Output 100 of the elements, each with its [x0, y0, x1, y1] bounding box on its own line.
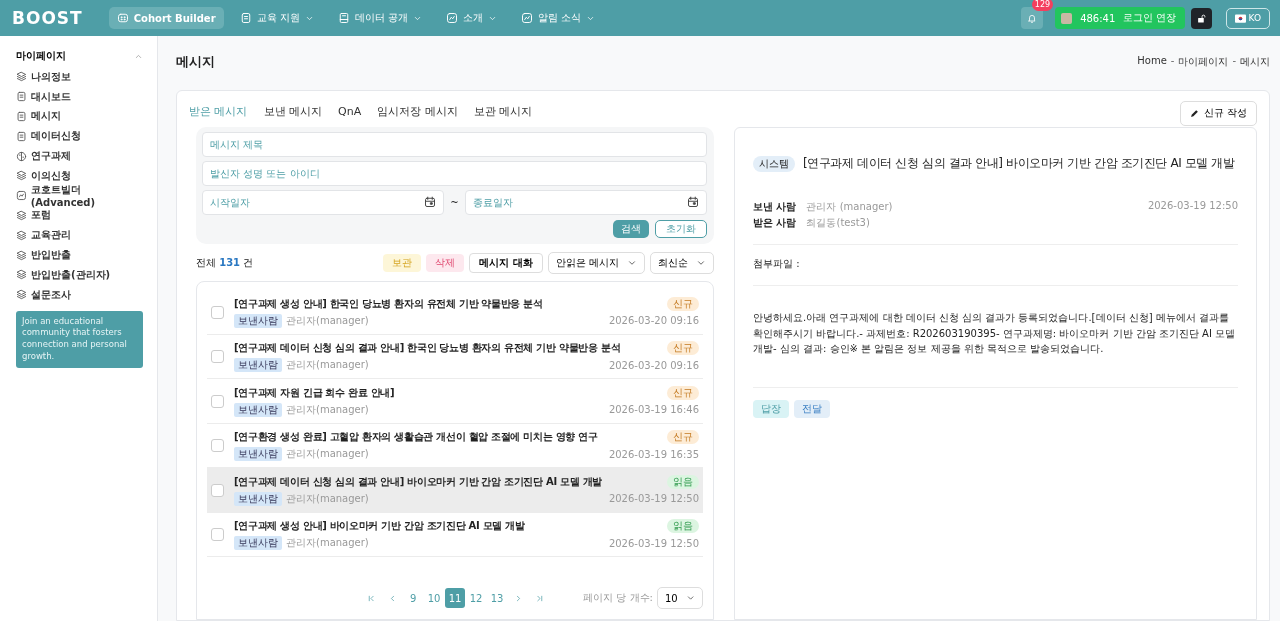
- tab[interactable]: 보낸 메시지: [263, 103, 322, 119]
- message-date: 2026-03-19 12:50: [608, 537, 699, 549]
- breadcrumb-separator: -: [1170, 55, 1175, 68]
- message-date: 2026-03-19 16:35: [608, 448, 699, 460]
- checkbox[interactable]: [211, 528, 224, 542]
- forward-button[interactable]: 전달: [794, 399, 830, 418]
- book-icon: [337, 12, 350, 24]
- compose-button[interactable]: 신규 작성: [1179, 100, 1257, 126]
- promo-banner: Join an educational community that fosters connection and personal growth.: [16, 310, 143, 369]
- message-title: [연구환경 생성 완료] 고혈압 환자의 생활습관 개선이 혈압 조절에 미치는 영향 연구: [234, 430, 598, 445]
- sidebar-item[interactable]: 연구과제: [16, 146, 143, 166]
- layers-icon: [16, 229, 27, 241]
- tab[interactable]: 보관 메시지: [473, 103, 533, 119]
- sender-tag: 보낸사람: [234, 536, 282, 551]
- message-date: 2026-03-19 16:46: [608, 404, 699, 416]
- bell-icon: [1027, 12, 1038, 24]
- sender-name: 관리자(manager): [286, 491, 369, 506]
- notification-count: 129: [1031, 0, 1054, 11]
- message-row[interactable]: [연구과제 자원 긴급 회수 완료 안내] 신규 보낸사람 관리자(manager) 2026-03-19 16:46: [207, 379, 703, 424]
- document-icon: [16, 111, 27, 122]
- sender-name: 관리자(manager): [286, 358, 369, 373]
- sender-tag: 보낸사람: [234, 402, 282, 417]
- breadcrumb-item[interactable]: 마이페이지: [1178, 55, 1229, 69]
- message-row[interactable]: [연구과제 생성 안내] 바이오마커 기반 간암 조기진단 AI 모델 개발 읽음 보낸사람 관리자(manager) 2026-03-19 12:50: [207, 512, 703, 557]
- sidebar-item[interactable]: 데이터신청: [16, 126, 143, 147]
- breadcrumb-separator: -: [1232, 55, 1236, 68]
- page-title: 메시지: [176, 53, 215, 71]
- document-icon: [16, 91, 27, 103]
- sender-name: 관리자 (manager): [806, 200, 894, 214]
- lock-button[interactable]: [1190, 7, 1212, 29]
- sender-tag: 보낸사람: [234, 358, 282, 373]
- tab[interactable]: QnA: [338, 103, 362, 119]
- breadcrumb-item: 메시지: [1240, 55, 1270, 69]
- status-badge: 읽음: [667, 519, 699, 534]
- checkbox[interactable]: [211, 305, 224, 319]
- delete-button[interactable]: 삭제: [426, 254, 465, 272]
- caret-icon: [627, 258, 637, 268]
- layers-icon: [16, 249, 27, 261]
- grid-icon: [116, 12, 129, 24]
- sort-dropdown[interactable]: 최신순: [650, 252, 714, 274]
- conversation-button[interactable]: 메시지 대화: [469, 253, 543, 273]
- sidebar-item[interactable]: 반입반출: [16, 245, 143, 265]
- end-date-field[interactable]: 종료일자: [464, 190, 707, 215]
- calendar-icon: [687, 196, 699, 208]
- unlocked-icon: [1196, 12, 1206, 24]
- layers-icon: [16, 269, 27, 281]
- message-title: [연구과제 생성 안내] 바이오마커 기반 간암 조기진단 AI 모델 개발: [234, 519, 525, 534]
- sender-name: 관리자(manager): [286, 447, 369, 462]
- sender-tag: 보낸사람: [234, 491, 282, 506]
- sender-tag: 보낸사람: [234, 313, 282, 328]
- status-badge: 신규: [667, 385, 699, 400]
- start-date-field[interactable]: 시작일자: [202, 190, 445, 215]
- sidebar-item[interactable]: 교육관리: [16, 225, 143, 246]
- status-badge: 신규: [667, 430, 699, 445]
- chart-icon: [16, 190, 27, 202]
- breadcrumb-item[interactable]: Home: [1137, 55, 1167, 69]
- sender-tag: 보낸사람: [234, 447, 282, 462]
- checkbox[interactable]: [211, 439, 224, 453]
- message-title: [연구과제 데이터 신청 심의 결과 안내] 한국인 당뇨병 환자의 유전체 기반 약물반응 분석: [234, 341, 621, 356]
- brain-icon: [16, 150, 27, 162]
- recipient-label: 받은 사람: [753, 216, 797, 230]
- read-filter-dropdown[interactable]: 안읽은 메시지: [547, 252, 645, 274]
- calendar-icon: [424, 196, 437, 208]
- message-row[interactable]: [연구과제 생성 안내] 한국인 당뇨병 환자의 유전체 기반 약물반응 분석 신규 보낸사람 관리자(manager) 2026-03-20 09:16: [207, 290, 703, 335]
- pencil-icon: [1189, 108, 1199, 118]
- message-date: 2026-03-19 12:50: [1147, 200, 1238, 213]
- sender-name: 관리자(manager): [286, 536, 369, 551]
- sidebar-item[interactable]: 코호트빌더(Advanced): [16, 185, 143, 206]
- sidebar-section-title[interactable]: 마이페이지: [16, 49, 66, 63]
- title-search-field[interactable]: 메시지 제목: [202, 132, 707, 157]
- sender-label: 보낸 사람: [753, 200, 797, 214]
- sidebar-item[interactable]: 나의정보: [16, 67, 143, 87]
- attachment-label: 첨부파일 :: [753, 258, 800, 269]
- layers-icon: [16, 209, 27, 221]
- page-size-dropdown[interactable]: 10: [657, 587, 703, 609]
- status-badge: 신규: [667, 341, 699, 356]
- notification-button[interactable]: [1021, 7, 1044, 29]
- sidebar-item[interactable]: 이의신청: [16, 166, 143, 186]
- sidebar-item[interactable]: 설문조사: [16, 284, 143, 305]
- message-date: 2026-03-20 09:16: [608, 359, 699, 371]
- layers-icon: [16, 170, 27, 182]
- message-row[interactable]: [연구과제 데이터 신청 심의 결과 안내] 바이오마커 기반 간암 조기진단 AI 모델 개발 읽음 보낸사람 관리자(manager) 2026-03-19 12:50: [207, 468, 703, 513]
- message-body: 안녕하세요.아래 연구과제에 대한 데이터 신청 심의 결과가 등록되었습니다.[데이터 신청] 메뉴에서 결과를 확인해주시기 바랍니다.- 과제번호: R202603190395- 연구과제명: 바이오마커 기반 간암 조기진단 AI 모델 개발- 심의 결과: 승인※ 본 알림은 정보 제공을 위한 목적으로 발송되었습니다.: [753, 286, 1238, 388]
- sidebar-item[interactable]: 대시보드: [16, 86, 143, 107]
- checkbox[interactable]: [211, 483, 224, 497]
- checkbox[interactable]: [211, 350, 224, 364]
- sender-search-field[interactable]: 발신자 성명 또는 아이디: [202, 161, 707, 186]
- layers-icon: [16, 71, 27, 83]
- tab[interactable]: 임시저장 메시지: [377, 103, 458, 119]
- checkbox[interactable]: [211, 394, 224, 408]
- caret-icon: [696, 258, 706, 268]
- flag-icon: [1234, 13, 1246, 23]
- last-page-icon: [534, 593, 544, 603]
- sidebar-item[interactable]: 메시지: [16, 106, 143, 127]
- sidebar-item[interactable]: 반입반출(관리자): [16, 264, 143, 285]
- message-row[interactable]: [연구과제 데이터 신청 심의 결과 안내] 한국인 당뇨병 환자의 유전체 기반 약물반응 분석 신규 보낸사람 관리자(manager) 2026-03-20 09:16: [207, 334, 703, 379]
- avatar: [1061, 12, 1073, 24]
- document-icon: [239, 12, 252, 24]
- range-separator: ~: [450, 197, 459, 208]
- sender-name: 관리자(manager): [286, 313, 369, 328]
